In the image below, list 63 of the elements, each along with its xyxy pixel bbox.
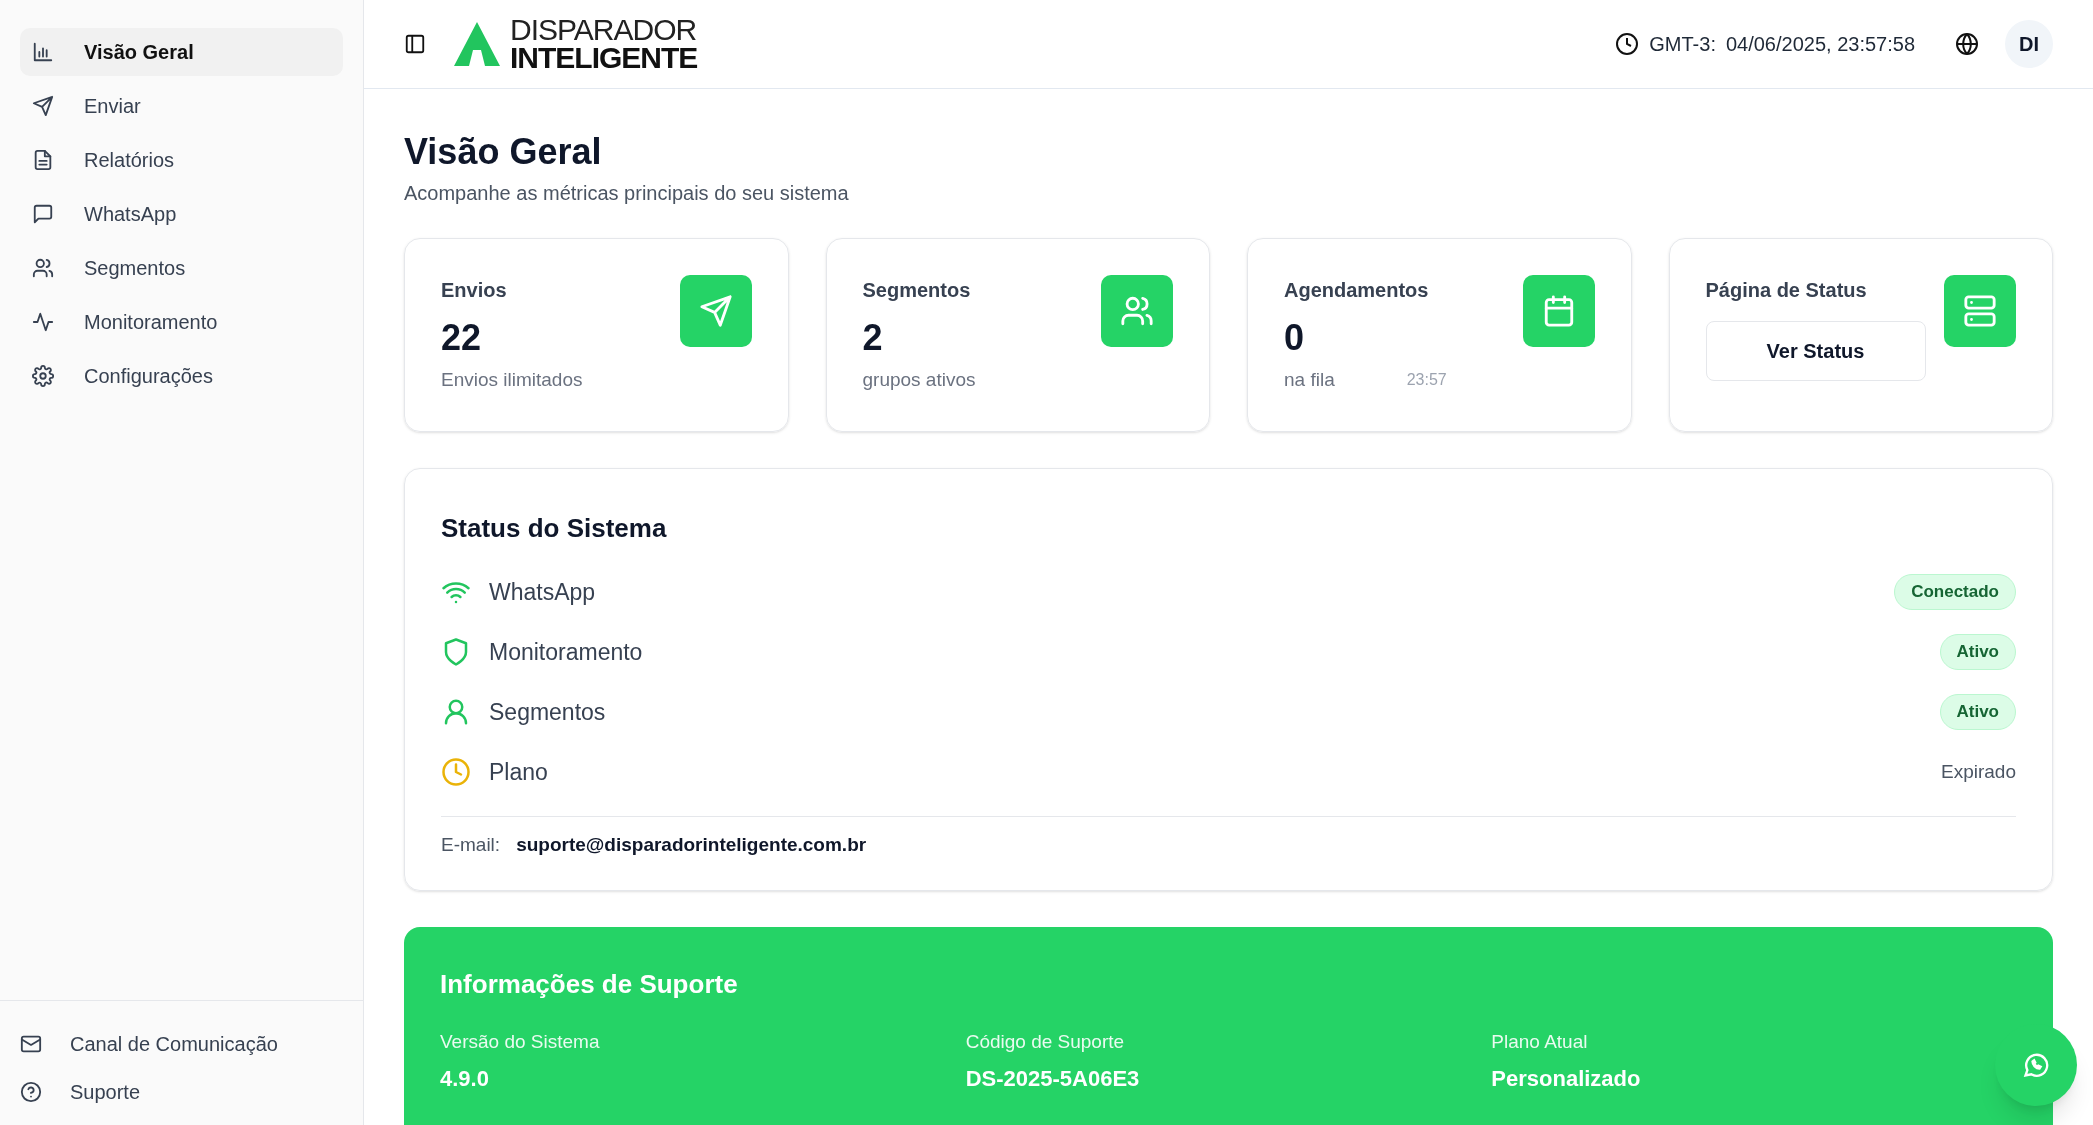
activity-icon bbox=[32, 311, 54, 333]
sidebar-item[interactable]: WhatsApp bbox=[20, 190, 343, 238]
sidebar-item[interactable]: Configurações bbox=[20, 352, 343, 400]
document-icon bbox=[32, 149, 54, 171]
users-icon bbox=[1120, 294, 1154, 328]
sidebar-link[interactable]: Canal de Comunicação bbox=[20, 1029, 343, 1059]
card-label: Página de Status bbox=[1705, 278, 1868, 303]
logo-icon bbox=[452, 20, 502, 68]
view-status-button[interactable]: Ver Status bbox=[1705, 321, 1926, 381]
time-text: 23:57 bbox=[1406, 370, 1447, 391]
sidebar-link[interactable]: Suporte bbox=[20, 1077, 343, 1107]
metric-value: 2 bbox=[862, 316, 884, 360]
email-label: E-mail: bbox=[441, 833, 501, 857]
bar-chart-icon bbox=[32, 41, 54, 63]
card-label: Envios bbox=[441, 278, 508, 303]
sidebar-item[interactable]: Enviar bbox=[20, 82, 343, 130]
logo-text: DISPARADOR bbox=[510, 15, 698, 44]
logo-text: INTELIGENTE bbox=[510, 44, 698, 73]
status-badge: Ativo bbox=[1939, 634, 2016, 670]
send-icon bbox=[32, 95, 54, 117]
sidebar-item[interactable]: Visão Geral bbox=[20, 28, 343, 76]
info-label: Código de Suporte bbox=[965, 1029, 1126, 1054]
users-icon bbox=[32, 257, 54, 279]
sidebar-item[interactable]: Segmentos bbox=[20, 244, 343, 292]
card-label: Segmentos bbox=[862, 278, 972, 303]
server-icon bbox=[1963, 294, 1997, 328]
email-link[interactable]: suporte@disparadorinteligente.com.br bbox=[516, 831, 867, 860]
user-avatar[interactable]: DI bbox=[2005, 20, 2053, 68]
info-label: Plano Atual bbox=[1491, 1029, 1589, 1054]
metric-caption: Envios ilimitados bbox=[441, 368, 583, 392]
metric-value: 22 bbox=[441, 316, 483, 360]
section-title: Informações de Suporte bbox=[440, 967, 739, 1001]
chat-bubble-icon bbox=[32, 203, 54, 225]
clock-icon bbox=[1615, 32, 1640, 56]
card-label: Agendamentos bbox=[1284, 278, 1430, 303]
sidebar-toggle-icon[interactable] bbox=[404, 33, 426, 55]
status-label: Monitoramento bbox=[489, 637, 643, 667]
datetime-text: 04/06/2025, 23:57:58 bbox=[1725, 32, 1915, 57]
language-icon[interactable] bbox=[1955, 32, 1979, 56]
metric-caption: grupos ativos bbox=[862, 368, 976, 392]
info-value: 4.9.0 bbox=[440, 1065, 490, 1093]
page-title: Visão Geral bbox=[404, 130, 603, 174]
sidebar-item[interactable]: Monitoramento bbox=[20, 298, 343, 346]
chat-icon bbox=[2022, 1051, 2050, 1079]
send-icon bbox=[698, 294, 733, 328]
section-title: Status do Sistema bbox=[441, 512, 668, 545]
info-value: Personalizado bbox=[1491, 1065, 1642, 1093]
settings-icon bbox=[32, 365, 54, 387]
status-label: Segmentos bbox=[489, 697, 606, 727]
mail-icon bbox=[20, 1033, 42, 1055]
status-badge: Conectado bbox=[1894, 574, 2016, 610]
info-value: DS-2025-5A06E3 bbox=[965, 1065, 1141, 1093]
sidebar-item[interactable]: Relatórios bbox=[20, 136, 343, 184]
status-label: WhatsApp bbox=[489, 577, 596, 607]
page-subtitle: Acompanhe as métricas principais do seu sistema bbox=[404, 181, 850, 206]
status-label: Plano bbox=[489, 757, 548, 787]
status-badge: Ativo bbox=[1939, 694, 2016, 730]
help-icon bbox=[20, 1081, 42, 1103]
status-text: Expirado bbox=[1941, 759, 2016, 784]
metric-value: 0 bbox=[1284, 316, 1306, 360]
timezone-label: GMT-3: bbox=[1649, 32, 1716, 57]
metric-caption: na fila bbox=[1284, 368, 1335, 392]
info-label: Versão do Sistema bbox=[440, 1029, 601, 1054]
